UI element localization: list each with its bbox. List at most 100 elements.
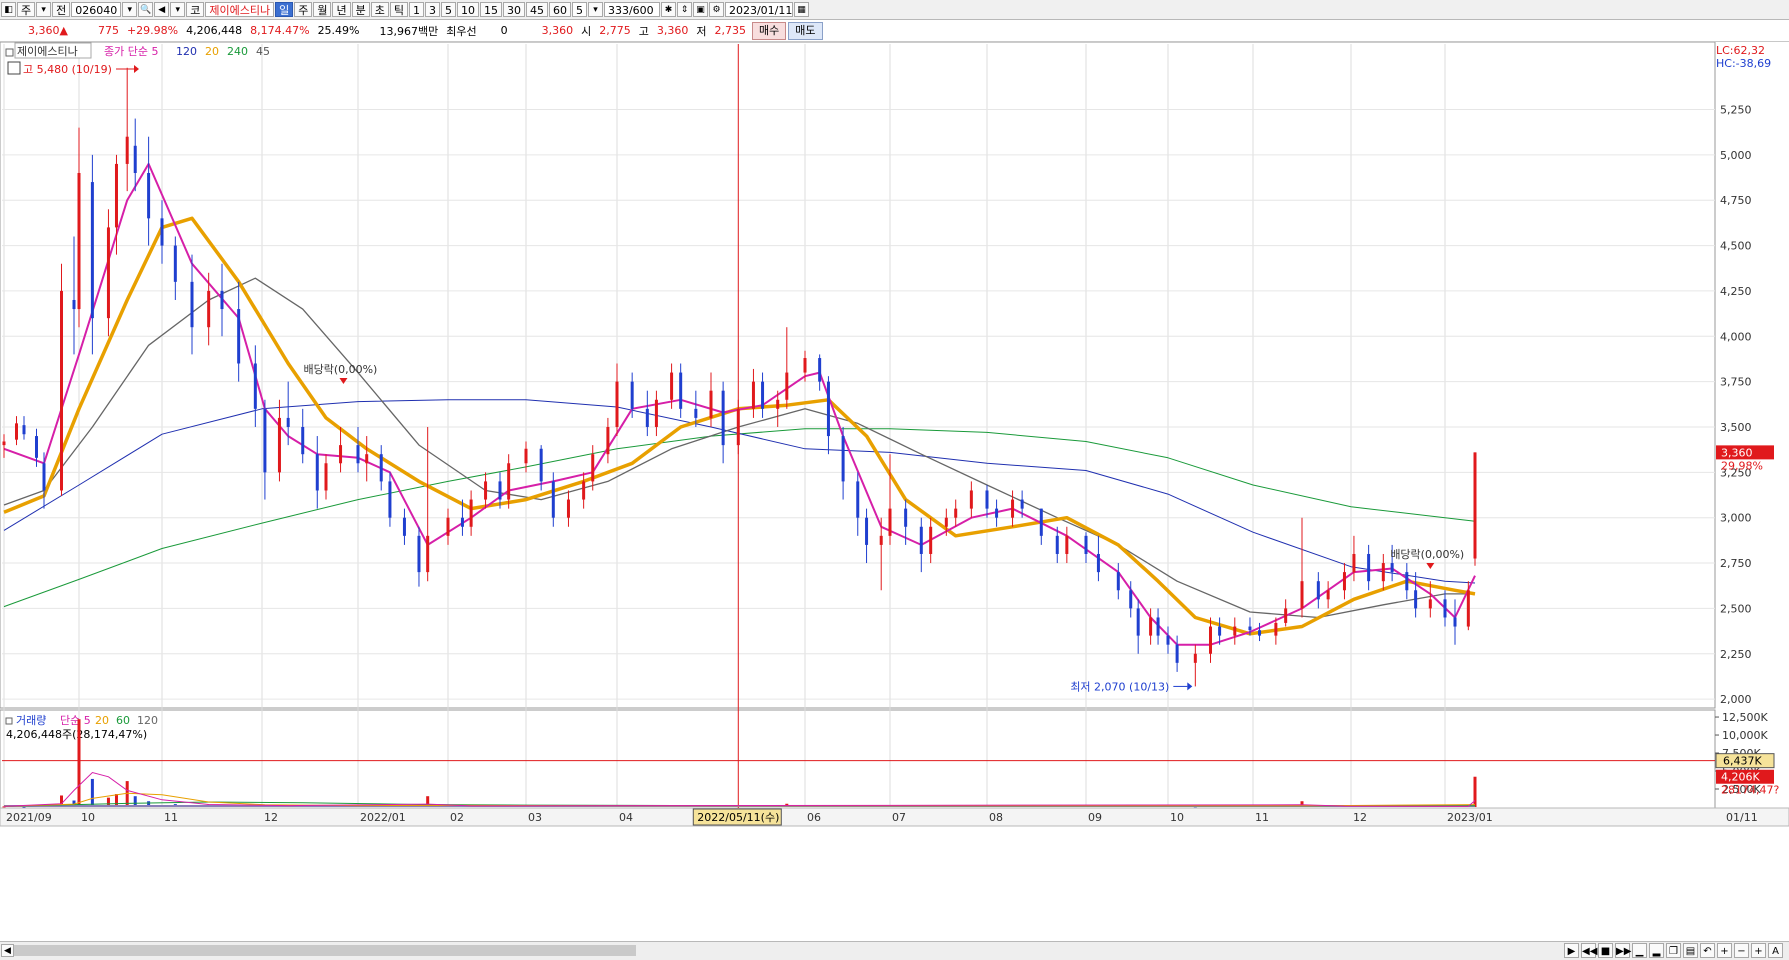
save-button[interactable]: ▣	[692, 2, 708, 17]
candle-body	[426, 535, 430, 573]
stock-chart[interactable]: 5,250 5,000 4,750 4,500 4,250 4,000 3,750 3,500…	[0, 42, 1789, 941]
interval-15[interactable]: 15	[479, 2, 502, 17]
chart-scrollbar[interactable]: ◀ ▶ ◀◀ ■ ▶▶ ▁ ▂ ❐ ▤ ↶ + − + A	[0, 941, 1789, 960]
undo-icon[interactable]: ↶	[1700, 943, 1715, 958]
interval-1[interactable]: 1	[408, 2, 424, 17]
candle-body	[339, 445, 343, 464]
period-week[interactable]: 주	[294, 2, 313, 17]
auto-scale-icon[interactable]: A	[1768, 943, 1783, 958]
stop-icon[interactable]: ■	[1598, 943, 1613, 958]
stock-name[interactable]: 제이에스티나	[205, 2, 275, 17]
interval-10[interactable]: 10	[456, 2, 479, 17]
candle-body	[645, 408, 649, 427]
plus-icon[interactable]: +	[1751, 943, 1766, 958]
candle-body	[1443, 599, 1447, 618]
sell-button[interactable]: 매도	[788, 21, 823, 40]
candle-body	[1390, 563, 1394, 573]
candle-body	[173, 245, 177, 282]
code-input[interactable]: 026040	[71, 2, 122, 17]
candle-body	[985, 490, 989, 509]
copy-icon[interactable]: ❐	[1666, 943, 1681, 958]
legend-toggle-icon[interactable]	[7, 61, 21, 75]
code-dropdown[interactable]: ▾	[122, 2, 138, 17]
candle-body	[286, 417, 290, 427]
zoom-out-icon[interactable]: −	[1734, 943, 1749, 958]
speaker-dropdown[interactable]: ▾	[170, 2, 186, 17]
panel-icon[interactable]: ◧	[1, 2, 16, 17]
candle-body	[1175, 644, 1179, 663]
fix-button[interactable]: ✱	[660, 2, 676, 17]
x-tick-label: 11	[1255, 811, 1269, 824]
speaker-button[interactable]: ◀	[154, 2, 170, 17]
period-minute[interactable]: 분	[351, 2, 370, 17]
market-type[interactable]: 주	[17, 2, 36, 17]
price-tick-label: 2,500	[1720, 602, 1752, 615]
current-price: 3,360▲	[28, 24, 68, 37]
candle-body	[865, 517, 869, 545]
interval-60[interactable]: 60	[548, 2, 571, 17]
gear-button[interactable]: ⚙	[708, 2, 724, 17]
candle-body	[207, 290, 211, 328]
count-display[interactable]: 333/600	[603, 2, 660, 17]
candle-body	[929, 526, 933, 554]
price-tick-label: 3,000	[1720, 512, 1752, 525]
market-dropdown[interactable]: ▾	[36, 2, 52, 17]
search-button[interactable]: 🔍	[138, 2, 154, 17]
candle-body	[761, 381, 765, 409]
candle-body	[220, 290, 224, 310]
scroll-left-icon[interactable]: ◀	[1, 944, 14, 957]
bar-width-icon[interactable]: ▁	[1632, 943, 1647, 958]
date-input[interactable]: 2023/01/11	[724, 2, 793, 17]
scroll-right-icon[interactable]: ▶	[1564, 943, 1579, 958]
candle-body	[90, 182, 94, 319]
forward-icon[interactable]: ▶▶	[1615, 943, 1631, 958]
candle-body	[954, 508, 958, 518]
volume-bar	[77, 719, 81, 807]
candle-body	[944, 517, 948, 527]
period-year[interactable]: 년	[332, 2, 351, 17]
price-tick-label: 4,500	[1720, 240, 1752, 253]
chart-type-icon[interactable]: ▤	[1683, 943, 1698, 958]
volume-legend-series: 20	[95, 714, 109, 727]
volume-bar	[1473, 776, 1477, 807]
interval-custom[interactable]: 5	[571, 2, 587, 17]
volume-panel[interactable]	[0, 709, 1716, 809]
candle-body	[35, 436, 38, 458]
x-right-label: 01/11	[1726, 811, 1758, 824]
quote-bar: 3,360▲ 775 +29.98% 4,206,448 8,174.47% 2…	[0, 20, 1789, 42]
stepper-icon[interactable]: ⇕	[676, 2, 692, 17]
candle-body	[721, 390, 725, 446]
price-tick-label: 4,000	[1720, 330, 1752, 343]
interval-30[interactable]: 30	[502, 2, 525, 17]
volume-current-label: 4,206K	[1721, 771, 1760, 784]
candle-body	[1149, 617, 1153, 636]
period-month[interactable]: 월	[313, 2, 332, 17]
period-second[interactable]: 초	[370, 2, 389, 17]
candle-body	[484, 481, 488, 500]
period-day[interactable]: 일	[275, 2, 294, 17]
open-price: 2,775	[599, 24, 631, 37]
interval-3[interactable]: 3	[424, 2, 440, 17]
interval-dropdown[interactable]: ▾	[587, 2, 603, 17]
buy-button[interactable]: 매수	[752, 21, 787, 40]
candle-body	[365, 454, 369, 464]
period-tick[interactable]: 틱	[389, 2, 408, 17]
rewind-icon[interactable]: ◀◀	[1581, 943, 1597, 958]
candle-body	[1116, 572, 1120, 591]
bar-width-icon-2[interactable]: ▂	[1649, 943, 1664, 958]
toolbar: ◧ 주 ▾ 전 026040 ▾ 🔍 ◀ ▾ 코 제이에스티나 일 주 월 년 분 초 틱 1 3 5 10 15 30 45 6…	[0, 0, 1789, 20]
interval-5[interactable]: 5	[440, 2, 456, 17]
calendar-button[interactable]: ▦	[793, 2, 809, 17]
zoom-in-icon[interactable]: +	[1717, 943, 1732, 958]
candle-body	[1020, 499, 1024, 509]
interval-45[interactable]: 45	[525, 2, 548, 17]
all-select[interactable]: 전	[52, 2, 71, 17]
candle-body	[1065, 535, 1069, 554]
scroll-thumb[interactable]	[14, 945, 636, 956]
x-tick-label: 2021/09	[6, 811, 52, 824]
candle-body	[72, 299, 76, 310]
exchange-code[interactable]: 코	[186, 2, 205, 17]
candle-body	[630, 381, 634, 409]
candle-body	[785, 372, 789, 400]
open-label: 시	[581, 24, 592, 38]
